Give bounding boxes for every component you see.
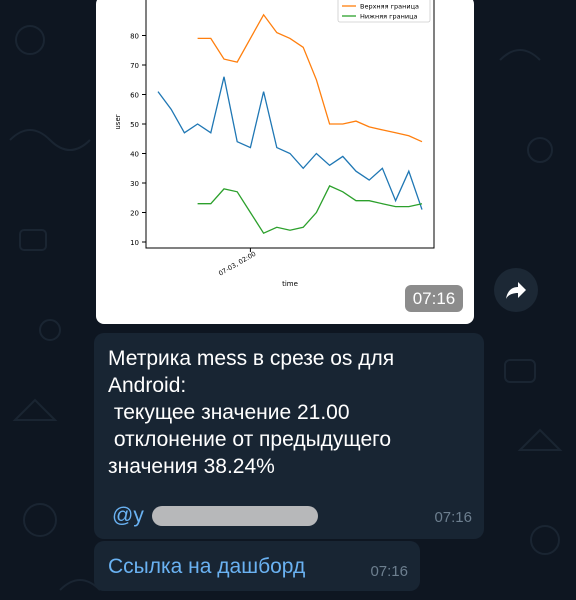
plot-frame [145, 0, 435, 249]
y-tick-label: 10 [130, 239, 139, 247]
y-tick-label: 60 [130, 92, 139, 100]
legend-label: Верхняя граница [360, 3, 419, 11]
mention-link[interactable]: @y [112, 502, 144, 529]
message-text: Метрика mess в срезе os для Android: тек… [108, 347, 395, 478]
series-line-0 [157, 76, 423, 210]
series-line-1 [197, 13, 423, 143]
y-tick-label: 40 [130, 151, 139, 159]
image-timestamp: 07:16 [405, 285, 463, 312]
y-axis-label: user [114, 114, 122, 129]
legend-label: Нижняя граница [360, 13, 418, 21]
message-timestamp: 07:16 [434, 509, 472, 526]
y-tick-label: 70 [130, 62, 139, 70]
y-tick-label: 50 [130, 121, 139, 129]
line-chart: 10 20 30 40 50 60 70 80 user 07-03, 02:00 time Andr… [114, 0, 435, 288]
share-arrow-icon [506, 282, 526, 299]
link-message-bubble[interactable]: Ссылка на дашборд 07:16 [94, 541, 420, 591]
x-tick-label: 07-03, 02:00 [217, 250, 257, 278]
series-line-2 [197, 185, 423, 235]
y-tick-label: 30 [130, 180, 139, 188]
dashboard-link[interactable]: Ссылка на дашборд [108, 555, 305, 579]
y-tick-label: 20 [130, 210, 139, 218]
legend-label: Android [360, 0, 385, 1]
y-tick-label: 80 [130, 33, 139, 41]
link-message-timestamp: 07:16 [370, 563, 408, 580]
chart-image-message[interactable]: 10 20 30 40 50 60 70 80 user 07-03, 02:00 time Andr… [96, 0, 474, 324]
message-bubble[interactable]: Метрика mess в срезе os для Android: тек… [94, 333, 484, 539]
x-axis-label: time [282, 280, 298, 288]
redacted-username [152, 506, 318, 526]
share-button[interactable] [494, 268, 538, 312]
